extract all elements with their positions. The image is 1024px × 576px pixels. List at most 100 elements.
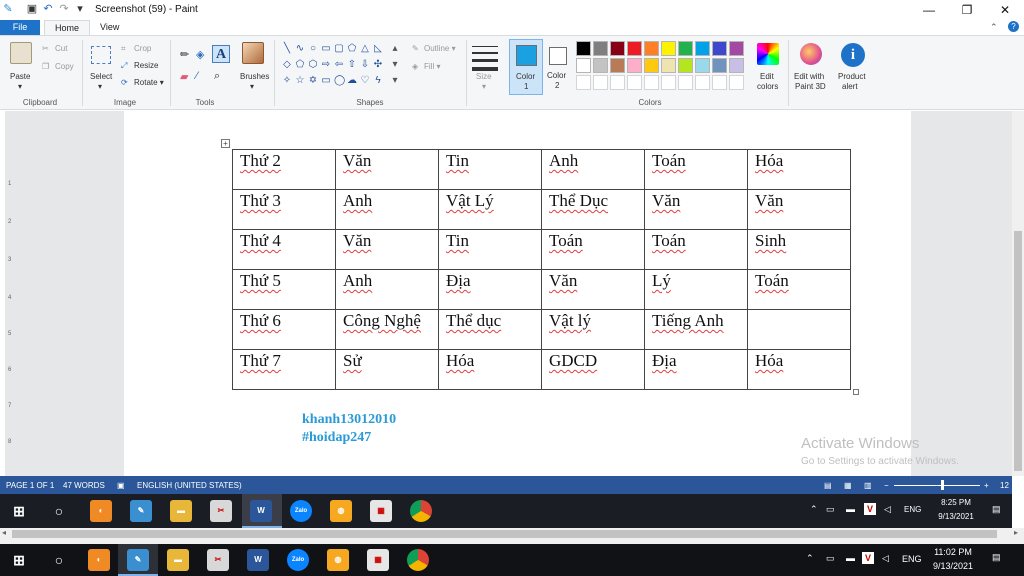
pencil-icon[interactable]: ✏ [180, 48, 189, 61]
palette-swatch[interactable] [695, 58, 710, 73]
tab-home[interactable]: Home [44, 20, 91, 35]
minimize-button[interactable]: — [910, 0, 948, 20]
color2-button[interactable]: Color 2 [546, 39, 572, 95]
collapse-ribbon-icon[interactable]: ⌃ [990, 22, 998, 33]
gallery-up-icon[interactable]: ▴ [390, 44, 400, 54]
tray-v-icon[interactable]: V [864, 503, 876, 515]
app-yellow-icon[interactable]: ◍ [327, 549, 349, 571]
day-cell[interactable]: Thứ 5 [232, 269, 336, 310]
snipping-tool-icon[interactable]: ✂ [210, 500, 232, 522]
edit-with-paint3d-label-2[interactable]: Paint 3D [795, 82, 826, 91]
notification-icon[interactable]: ▤ [992, 504, 1001, 515]
web-layout-icon[interactable]: ▥ [864, 481, 872, 490]
subject-cell[interactable]: Sinh [747, 229, 851, 270]
subject-cell[interactable]: Toán [644, 229, 748, 270]
select-button[interactable]: Select [90, 72, 112, 81]
size-dropdown-icon[interactable]: ▾ [482, 82, 486, 91]
undo-icon[interactable]: ↶ [42, 3, 54, 15]
scroll-left-icon[interactable]: ◂ [2, 528, 6, 537]
palette-swatch[interactable] [627, 58, 642, 73]
chrome-icon[interactable] [410, 500, 432, 522]
app-game-icon[interactable]: ▦ [370, 500, 392, 522]
paste-button[interactable]: Paste [10, 72, 30, 81]
callout-rect-shape-icon[interactable]: ▭ [321, 76, 331, 86]
language-status[interactable]: ENGLISH (UNITED STATES) [137, 481, 242, 490]
palette-swatch[interactable] [644, 41, 659, 56]
scrollbar-thumb[interactable] [12, 530, 997, 538]
text-icon[interactable]: A [212, 45, 230, 63]
tray-language[interactable]: ENG [902, 554, 922, 564]
subject-cell[interactable]: Thể dục [438, 309, 542, 350]
edit-colors-label-2[interactable]: colors [757, 82, 778, 91]
zalo-icon[interactable]: Zalo [290, 500, 312, 522]
color1-button[interactable]: Color 1 [509, 39, 543, 95]
rounded-rect-shape-icon[interactable]: ▢ [334, 44, 344, 54]
print-layout-icon[interactable]: ▦ [844, 481, 852, 490]
subject-cell[interactable]: Anh [541, 149, 645, 190]
close-button[interactable]: ✕ [986, 0, 1024, 20]
zoom-level[interactable]: 12 [1000, 481, 1009, 490]
subject-cell[interactable]: Vật Lý [438, 189, 542, 230]
subject-cell[interactable]: Hóa [747, 149, 851, 190]
file-explorer-icon[interactable]: ▬ [167, 549, 189, 571]
subject-cell[interactable]: Tiếng Anh [644, 309, 748, 350]
tray-time[interactable]: 8:25 PM [934, 498, 978, 507]
fill-button[interactable]: Fill ▾ [424, 62, 440, 71]
tray-chevron-icon[interactable]: ⌃ [806, 553, 814, 564]
zoom-in-icon[interactable]: + [984, 481, 989, 490]
tray-date[interactable]: 9/13/2021 [926, 561, 980, 571]
palette-swatch[interactable] [729, 58, 744, 73]
callout-cloud-shape-icon[interactable]: ☁ [347, 76, 357, 86]
subject-cell[interactable]: Văn [541, 269, 645, 310]
palette-swatch[interactable] [593, 58, 608, 73]
palette-swatch[interactable] [661, 41, 676, 56]
subject-cell[interactable]: Toán [541, 229, 645, 270]
subject-cell[interactable]: Văn [644, 189, 748, 230]
palette-swatch[interactable] [644, 75, 659, 90]
right-triangle-shape-icon[interactable]: ◺ [373, 44, 383, 54]
left-arrow-shape-icon[interactable]: ⇦ [334, 60, 344, 70]
search-circle-icon[interactable]: ○ [48, 549, 70, 571]
gallery-down-icon[interactable]: ▾ [390, 60, 400, 70]
tray-v-icon[interactable]: V [862, 552, 874, 564]
tray-network-icon[interactable]: ▭ [826, 504, 835, 515]
subject-cell[interactable] [747, 309, 851, 350]
palette-swatch[interactable] [678, 58, 693, 73]
fill-icon[interactable]: ◈ [196, 48, 204, 61]
snipping-tool-icon[interactable]: ✂ [207, 549, 229, 571]
brushes-dropdown-icon[interactable]: ▾ [250, 82, 254, 91]
app-yellow-icon[interactable]: ◍ [330, 500, 352, 522]
hexagon-shape-icon[interactable]: ⬡ [308, 60, 318, 70]
triangle-shape-icon[interactable]: △ [360, 44, 370, 54]
right-arrow-shape-icon[interactable]: ⇨ [321, 60, 331, 70]
zoom-slider[interactable] [894, 485, 980, 486]
zoom-slider-thumb[interactable] [941, 480, 944, 490]
select-icon[interactable] [91, 46, 111, 64]
lightning-shape-icon[interactable]: ϟ [373, 76, 383, 86]
subject-cell[interactable]: Tin [438, 229, 542, 270]
size-button[interactable]: Size [476, 72, 492, 81]
app-orange-icon[interactable]: ◐ [88, 549, 110, 571]
tab-view[interactable]: View [90, 20, 129, 35]
edit-with-paint3d-label-1[interactable]: Edit with [794, 72, 824, 81]
subject-cell[interactable]: Anh [335, 189, 439, 230]
word-count[interactable]: 47 WORDS [63, 481, 105, 490]
palette-swatch[interactable] [712, 75, 727, 90]
scroll-right-icon[interactable]: ▸ [1014, 528, 1018, 537]
gallery-more-icon[interactable]: ▾ [390, 76, 400, 86]
day-cell[interactable]: Thứ 6 [232, 309, 336, 350]
palette-swatch[interactable] [610, 75, 625, 90]
palette-swatch[interactable] [610, 58, 625, 73]
proofing-icon[interactable]: ▣ [117, 481, 125, 490]
palette-swatch[interactable] [695, 41, 710, 56]
palette-swatch[interactable] [627, 75, 642, 90]
subject-cell[interactable]: Công Nghệ [335, 309, 439, 350]
day-cell[interactable]: Thứ 4 [232, 229, 336, 270]
subject-cell[interactable]: Văn [747, 189, 851, 230]
copy-button[interactable]: Copy [55, 62, 74, 71]
palette-swatch[interactable] [729, 41, 744, 56]
tray-time[interactable]: 11:02 PM [928, 547, 978, 557]
palette-swatch[interactable] [712, 41, 727, 56]
eraser-icon[interactable]: ▰ [180, 70, 188, 83]
tray-date[interactable]: 9/13/2021 [932, 512, 980, 521]
